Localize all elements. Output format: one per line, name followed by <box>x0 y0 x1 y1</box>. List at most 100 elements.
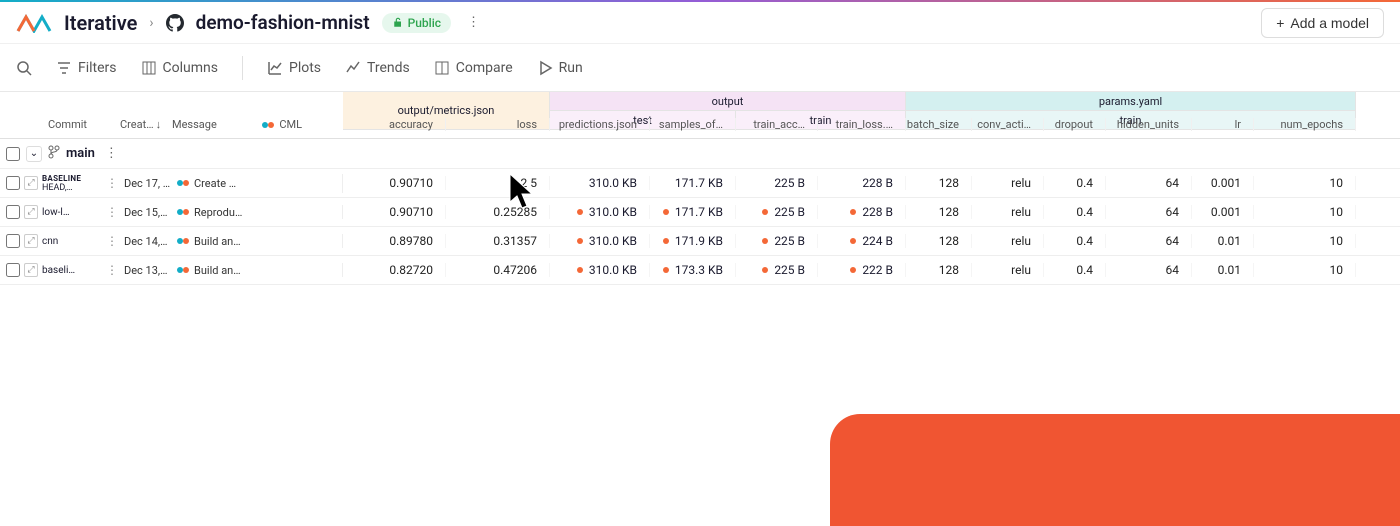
lr-cell: 0.001 <box>1192 176 1254 190</box>
compare-icon <box>434 60 450 76</box>
change-dot-icon <box>663 238 669 244</box>
add-model-button[interactable]: + Add a model <box>1261 8 1384 38</box>
params-group-header[interactable]: params.yaml <box>906 92 1356 111</box>
git-branch-icon <box>48 145 60 163</box>
train-acc-cell: 225 B <box>736 234 818 248</box>
num-epochs-cell: 10 <box>1254 205 1356 219</box>
more-menu-icon[interactable]: ⋮ <box>463 11 484 34</box>
hidden-units-cell: 64 <box>1106 263 1192 277</box>
created-cell: Dec 14,… <box>124 235 172 248</box>
created-column-header[interactable]: Creat…↓ <box>120 118 172 131</box>
message-cell: Build an… <box>194 264 264 277</box>
dropout-column-header[interactable]: dropout <box>1044 118 1106 131</box>
loss-cell: 0.31357 <box>446 234 550 248</box>
table-row[interactable]: ⤢ BASELINEHEAD,… ⋮ Dec 17, … Create … 0.… <box>0 169 1400 198</box>
table-row[interactable]: ⤢ baseli… ⋮ Dec 13,… Build an… 0.82720 0… <box>0 256 1400 285</box>
compare-button[interactable]: Compare <box>434 60 513 76</box>
num-epochs-cell: 10 <box>1254 234 1356 248</box>
hidden-units-cell: 64 <box>1106 205 1192 219</box>
num-epochs-cell: 10 <box>1254 263 1356 277</box>
expand-row-icon[interactable]: ⤢ <box>24 205 38 219</box>
train-loss-cell: 224 B <box>818 234 906 248</box>
branch-row[interactable]: ⌄ main ⋮ <box>0 139 1400 169</box>
message-column-header[interactable]: Message <box>172 118 252 131</box>
trends-button[interactable]: Trends <box>345 60 410 76</box>
batch-size-cell: 128 <box>906 263 972 277</box>
experiments-table: output/metrics.json output testtrain par… <box>0 92 1400 285</box>
dropout-cell: 0.4 <box>1044 176 1106 190</box>
loss-cell: 0.25285 <box>446 205 550 219</box>
change-dot-icon <box>762 209 768 215</box>
output-group-header[interactable]: output <box>550 92 906 111</box>
expand-row-icon[interactable]: ⤢ <box>24 263 38 277</box>
cml-status-icon[interactable] <box>176 205 190 219</box>
train-acc-column-header[interactable]: train_acc… <box>736 118 818 131</box>
cml-status-icon[interactable] <box>176 234 190 248</box>
row-more-icon[interactable]: ⋮ <box>104 234 120 248</box>
samples-cell: 171.7 KB <box>650 205 736 219</box>
accuracy-cell: 0.90710 <box>343 205 446 219</box>
search-button[interactable] <box>16 60 32 76</box>
plots-button[interactable]: Plots <box>267 60 321 76</box>
predictions-column-header[interactable]: predictions.json <box>550 118 650 131</box>
header: Iterative › demo-fashion-mnist Public ⋮ … <box>0 2 1400 44</box>
row-more-icon[interactable]: ⋮ <box>104 176 120 190</box>
samples-column-header[interactable]: samples_of… <box>650 118 736 131</box>
table-row[interactable]: ⤢ low-l… ⋮ Dec 15,… Reprodu… 0.90710 0.2… <box>0 198 1400 227</box>
cml-column-header[interactable]: CML <box>252 118 312 132</box>
change-dot-icon <box>577 209 583 215</box>
hidden-units-column-header[interactable]: hidden_units <box>1106 118 1192 131</box>
accuracy-cell: 0.90710 <box>343 176 446 190</box>
branch-checkbox[interactable] <box>6 147 20 161</box>
table-row[interactable]: ⤢ cnn ⋮ Dec 14,… Build an… 0.89780 0.313… <box>0 227 1400 256</box>
search-icon <box>16 60 32 76</box>
collapse-branch-icon[interactable]: ⌄ <box>26 146 42 162</box>
created-cell: Dec 15,… <box>124 206 172 219</box>
columns-button[interactable]: Columns <box>141 60 218 76</box>
conv-activation-column-header[interactable]: conv_acti… <box>972 118 1044 131</box>
message-cell: Reprodu… <box>194 206 264 219</box>
lr-column-header[interactable]: lr <box>1192 118 1254 131</box>
branch-more-icon[interactable]: ⋮ <box>101 142 122 165</box>
row-checkbox[interactable] <box>6 263 20 277</box>
loss-column-header[interactable]: loss <box>446 118 550 131</box>
accuracy-column-header[interactable]: accuracy <box>343 118 446 131</box>
org-name[interactable]: Iterative <box>64 11 137 35</box>
filters-button[interactable]: Filters <box>56 60 117 76</box>
change-dot-icon <box>663 267 669 273</box>
dropout-cell: 0.4 <box>1044 205 1106 219</box>
created-cell: Dec 17, … <box>124 177 172 190</box>
change-dot-icon <box>850 209 856 215</box>
cml-status-icon[interactable] <box>176 176 190 190</box>
expand-row-icon[interactable]: ⤢ <box>24 176 38 190</box>
train-acc-cell: 225 B <box>736 205 818 219</box>
commit-column-header[interactable]: Commit <box>0 118 120 131</box>
conv-activation-cell: relu <box>972 205 1044 219</box>
change-dot-icon <box>850 238 856 244</box>
cml-status-icon[interactable] <box>176 263 190 277</box>
batch-size-column-header[interactable]: batch_size <box>906 118 972 131</box>
train-loss-cell: 228 B <box>818 205 906 219</box>
row-checkbox[interactable] <box>6 205 20 219</box>
filter-icon <box>56 60 72 76</box>
train-loss-column-header[interactable]: train_loss.… <box>818 118 906 131</box>
chevron-right-icon: › <box>149 15 153 31</box>
num-epochs-column-header[interactable]: num_epochs <box>1254 118 1356 131</box>
created-cell: Dec 13,… <box>124 264 172 277</box>
predictions-cell: 310.0 KB <box>550 263 650 277</box>
change-dot-icon <box>850 267 856 273</box>
dropout-cell: 0.4 <box>1044 234 1106 248</box>
row-checkbox[interactable] <box>6 234 20 248</box>
plots-icon <box>267 60 283 76</box>
row-checkbox[interactable] <box>6 176 20 190</box>
toolbar: Filters Columns Plots Trends Compare Run <box>0 44 1400 92</box>
predictions-cell: 310.0 KB <box>550 205 650 219</box>
samples-cell: 173.3 KB <box>650 263 736 277</box>
row-more-icon[interactable]: ⋮ <box>104 263 120 277</box>
repo-name[interactable]: demo-fashion-mnist <box>196 11 370 34</box>
expand-row-icon[interactable]: ⤢ <box>24 234 38 248</box>
batch-size-cell: 128 <box>906 234 972 248</box>
run-button[interactable]: Run <box>537 60 583 76</box>
lr-cell: 0.001 <box>1192 205 1254 219</box>
row-more-icon[interactable]: ⋮ <box>104 205 120 219</box>
